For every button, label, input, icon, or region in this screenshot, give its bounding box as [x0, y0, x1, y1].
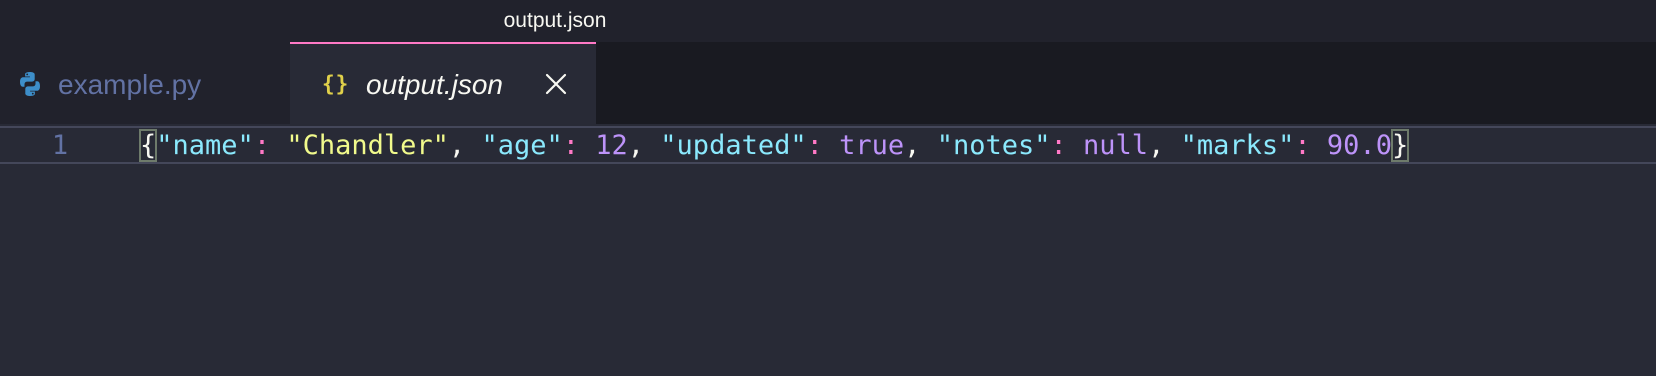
tab-example-py[interactable]: example.py — [0, 42, 290, 124]
json-colon: : — [1050, 130, 1067, 161]
json-braces-icon: {} — [322, 72, 350, 96]
json-key: "name" — [156, 130, 254, 161]
close-brace: } — [1390, 129, 1410, 162]
window-title: output.json — [503, 9, 607, 32]
tab-label-output-json: output.json — [366, 69, 503, 100]
code-line[interactable]: {"name": "Chandler", "age": 12, "updated… — [138, 129, 1410, 162]
open-brace: { — [138, 129, 158, 162]
close-icon[interactable] — [544, 72, 568, 96]
tab-output-json[interactable]: {} output.json — [290, 42, 596, 124]
json-boolean-value: true — [839, 130, 905, 161]
tab-bar: example.py {} output.json — [0, 42, 1656, 124]
json-colon: : — [806, 130, 823, 161]
json-key: "marks" — [1180, 130, 1295, 161]
json-key: "updated" — [660, 130, 807, 161]
code-editor[interactable]: 1 {"name": "Chandler", "age": 12, "updat… — [0, 124, 1656, 376]
tab-label-example-py: example.py — [58, 69, 202, 100]
python-icon — [20, 72, 40, 96]
json-string-value: "Chandler" — [286, 130, 449, 161]
json-comma: , — [1148, 130, 1165, 161]
json-colon: : — [562, 130, 579, 161]
json-key: "age" — [481, 130, 563, 161]
json-comma: , — [904, 130, 921, 161]
json-key: "notes" — [936, 130, 1051, 161]
title-bar: output.json — [0, 0, 1656, 42]
json-number-value: 12 — [595, 130, 628, 161]
json-comma: , — [627, 130, 645, 161]
line-number: 1 — [51, 130, 69, 161]
json-comma: , — [448, 130, 466, 161]
editor-window: output.json example.py {} output.json 1 … — [0, 0, 1656, 376]
json-colon: : — [253, 130, 271, 161]
json-colon: : — [1294, 130, 1311, 161]
json-null-value: null — [1083, 130, 1149, 161]
json-number-value: 90.0 — [1326, 130, 1392, 161]
